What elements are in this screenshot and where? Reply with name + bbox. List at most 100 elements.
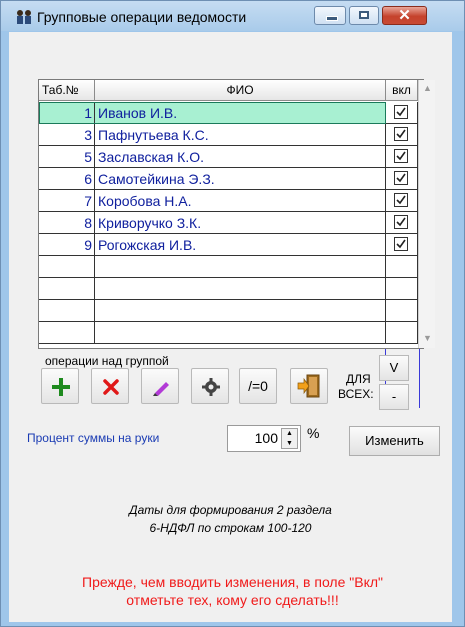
include-cell[interactable] [386,256,418,278]
check-all-button[interactable]: V [379,355,409,381]
include-cell[interactable] [386,102,418,124]
empty-table-row[interactable] [39,322,418,344]
include-checkbox[interactable] [394,193,408,207]
tab-number-cell[interactable] [39,322,95,344]
change-button[interactable]: Изменить [349,426,440,456]
grid-header: Таб.№ ФИО вкл [39,80,418,102]
include-cell[interactable] [386,124,418,146]
include-checkbox[interactable] [394,215,408,229]
percent-label: Процент суммы на руки [27,431,160,445]
table-row[interactable]: 7 Коробова Н.А. [39,190,418,212]
settings-button[interactable] [191,368,229,404]
divider-line [419,349,420,408]
exit-button[interactable] [290,368,328,404]
uncheck-all-button[interactable]: - [379,384,409,410]
spin-up-icon[interactable]: ▲ [282,429,297,438]
operations-label: операции над группой [45,354,169,368]
fio-cell[interactable]: Коробова Н.А. [95,190,386,212]
scroll-down-icon[interactable]: ▼ [420,330,435,347]
table-row[interactable]: 8 Криворучко З.К. [39,212,418,234]
checkmark-icon [396,107,406,117]
empty-table-row[interactable] [39,300,418,322]
column-header-include[interactable]: вкл [386,80,418,101]
tab-number-cell[interactable]: 8 [39,212,95,234]
include-cell[interactable] [386,168,418,190]
zero-button[interactable]: /=0 [239,368,277,404]
include-cell[interactable] [386,278,418,300]
fio-cell[interactable]: Криворучко З.К. [95,212,386,234]
tab-number-cell[interactable]: 5 [39,146,95,168]
minimize-icon [326,16,338,21]
tab-number-cell[interactable]: 6 [39,168,95,190]
scroll-up-icon[interactable]: ▲ [420,80,435,97]
fio-cell[interactable]: Заславская К.О. [95,146,386,168]
pencil-icon [153,382,169,396]
include-checkbox[interactable] [394,149,408,163]
include-checkbox[interactable] [394,127,408,141]
include-checkbox[interactable] [394,237,408,251]
tab-number-cell[interactable] [39,300,95,322]
include-checkbox[interactable] [394,105,408,119]
fio-cell[interactable] [95,256,386,278]
include-checkbox[interactable] [394,171,408,185]
spin-down-icon[interactable]: ▼ [282,439,297,448]
fio-cell[interactable]: Иванов И.В. [95,102,386,124]
gear-icon [202,378,220,396]
dialog-client-area: Таб.№ ФИО вкл 1 Иванов И.В. 3 Пафнутьева К.… [9,32,452,622]
dates-note-line1: Даты для формирования 2 раздела [129,503,332,517]
close-button[interactable]: ✕ [382,6,427,25]
fio-cell[interactable] [95,322,386,344]
include-cell[interactable] [386,300,418,322]
tab-number-cell[interactable]: 7 [39,190,95,212]
people-icon [15,9,33,25]
checkmark-icon [396,151,406,161]
tab-number-cell[interactable]: 3 [39,124,95,146]
fio-cell[interactable]: Рогожская И.В. [95,234,386,256]
edit-button[interactable] [141,368,179,404]
fio-cell[interactable] [95,300,386,322]
fio-cell[interactable]: Самотейкина Э.З. [95,168,386,190]
percent-value[interactable]: 100 [255,430,278,446]
tab-number-cell[interactable] [39,256,95,278]
table-row[interactable]: 3 Пафнутьева К.С. [39,124,418,146]
checkmark-icon [396,129,406,139]
warning-line1: Прежде, чем вводить изменения, в поле "В… [82,574,383,590]
table-row[interactable]: 9 Рогожская И.В. [39,234,418,256]
include-cell[interactable] [386,234,418,256]
percent-spinbox[interactable]: 100 ▲ ▼ [227,425,301,452]
fio-cell[interactable]: Пафнутьева К.С. [95,124,386,146]
add-button[interactable] [41,368,79,404]
minimize-button[interactable] [314,6,346,25]
table-row[interactable]: 1 Иванов И.В. [39,102,418,124]
column-header-tab-number[interactable]: Таб.№ [39,80,95,101]
tab-number-cell[interactable] [39,278,95,300]
include-cell[interactable] [386,190,418,212]
grid-scrollbar[interactable]: ▲ ▼ [418,80,435,348]
title-bar[interactable]: Групповые операции ведомости ✕ [1,1,464,31]
for-all-label: ДЛЯ ВСЕХ: [338,372,374,402]
include-cell[interactable] [386,146,418,168]
table-row[interactable]: 5 Заславская К.О. [39,146,418,168]
warning-text: Прежде, чем вводить изменения, в поле "В… [1,573,464,609]
column-header-fio[interactable]: ФИО [95,80,386,101]
tab-number-cell[interactable]: 9 [39,234,95,256]
empty-table-row[interactable] [39,256,418,278]
include-cell[interactable] [386,212,418,234]
maximize-button[interactable] [349,6,379,25]
dates-note-line2: 6-НДФЛ по строкам 100-120 [149,521,312,535]
tab-number-cell[interactable]: 1 [39,102,95,124]
window-title: Групповые операции ведомости [37,9,247,25]
fio-cell[interactable] [95,278,386,300]
percent-unit: % [307,425,320,441]
warning-line2: отметьте тех, кому его сделать!!! [126,592,339,608]
table-row[interactable]: 6 Самотейкина Э.З. [39,168,418,190]
for-all-label-line1: ДЛЯ [346,372,371,386]
delete-button[interactable] [91,368,129,404]
spin-buttons[interactable]: ▲ ▼ [281,428,298,449]
close-icon: ✕ [398,7,411,24]
door-exit-icon [297,374,320,398]
dates-note: Даты для формирования 2 раздела 6-НДФЛ п… [9,501,452,537]
include-cell[interactable] [386,322,418,344]
empty-table-row[interactable] [39,278,418,300]
checkmark-icon [396,217,406,227]
